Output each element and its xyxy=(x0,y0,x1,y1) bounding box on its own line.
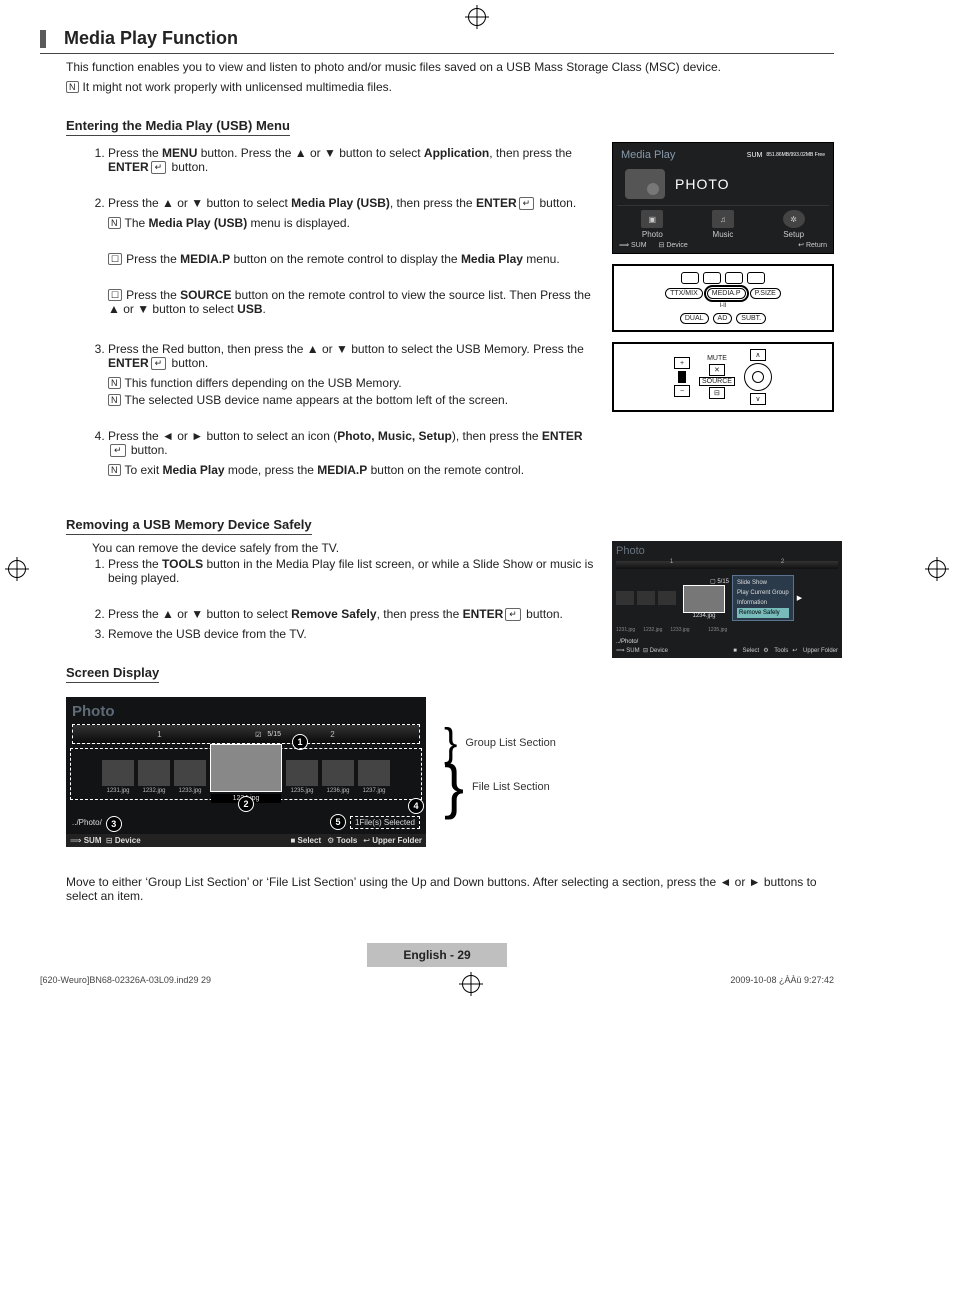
page-number-pill: English - 29 xyxy=(367,943,506,967)
photo-label: PHOTO xyxy=(675,176,730,192)
callout-4: 4 xyxy=(408,798,424,814)
registration-mark-left xyxy=(8,560,26,578)
registration-mark-right xyxy=(928,560,946,578)
note-icon: N xyxy=(108,464,121,476)
note-icon: N xyxy=(108,394,121,406)
remote-icon: ☐ xyxy=(108,289,122,301)
note-icon: N xyxy=(108,217,121,229)
camera-icon xyxy=(625,169,665,199)
step-4: Press the ◄ or ► button to select an ico… xyxy=(108,429,594,477)
btn-photo: ▣Photo xyxy=(641,210,663,239)
enter-icon: ↵ xyxy=(151,357,167,370)
registration-mark-bottom xyxy=(462,975,480,993)
note-icon: N xyxy=(66,81,79,93)
fig-title: Media Play xyxy=(621,149,675,161)
removing-heading: Removing a USB Memory Device Safely xyxy=(66,517,312,535)
doc-footer-right: 2009-10-08 ¿ÀÀü 9:27:42 xyxy=(730,975,834,995)
remove-step-1: Press the TOOLS button in the Media Play… xyxy=(108,557,594,585)
intro-note: NIt might not work properly with unlicen… xyxy=(66,80,834,94)
removing-lead: You can remove the device safely from th… xyxy=(66,541,594,555)
step-2: Press the ▲ or ▼ button to select Media … xyxy=(108,196,594,316)
step-3: Press the Red button, then press the ▲ o… xyxy=(108,342,594,407)
doc-footer-left: [620-Weuro]BN68-02326A-03L09.ind29 29 xyxy=(40,975,211,995)
remove-step-2: Press the ▲ or ▼ button to select Remove… xyxy=(108,607,594,621)
group-list-label: Group List Section xyxy=(465,737,556,749)
registration-mark-top xyxy=(468,8,486,26)
brace-icon: } xyxy=(444,777,464,797)
figure-remote-mediap: TTX/MIXMEDIA.PP.SIZE I-II DUALADSUBT. xyxy=(612,264,834,332)
intro-text: This function enables you to view and li… xyxy=(66,60,834,74)
screen-display-heading: Screen Display xyxy=(66,665,159,683)
remote-icon: ☐ xyxy=(108,253,122,265)
btn-music: ♫Music xyxy=(712,210,734,239)
figure-remote-source: +− MUTE ✕ SOURCE ⊟ ∧∨ xyxy=(612,342,834,412)
entering-heading: Entering the Media Play (USB) Menu xyxy=(66,118,290,136)
callout-5: 5 xyxy=(330,814,346,830)
file-list-label: File List Section xyxy=(472,781,550,793)
enter-icon: ↵ xyxy=(110,444,126,457)
enter-icon: ↵ xyxy=(505,608,521,621)
figure-media-play-menu: Media Play SUM851.86MB/993.02MB Free PHO… xyxy=(612,142,834,254)
remove-step-3: Remove the USB device from the TV. xyxy=(108,627,594,641)
step-1: Press the MENU button. Press the ▲ or ▼ … xyxy=(108,146,594,174)
page-title-text: Media Play Function xyxy=(64,28,238,49)
figure-screen-display: Photo 1 2 1 1231.jpg 1232.jpg 1233.jpg ☑… xyxy=(66,697,426,847)
enter-icon: ↵ xyxy=(151,161,167,174)
note-icon: N xyxy=(108,377,121,389)
move-note: Move to either ‘Group List Section’ or ‘… xyxy=(66,875,834,903)
enter-icon: ↵ xyxy=(519,197,535,210)
brace-icon: } xyxy=(444,733,457,753)
page-title: Media Play Function xyxy=(40,28,834,54)
figure-remove-safely: Photo 12 ▢ 5/15 1234.jpg Slide Show Play… xyxy=(612,541,842,658)
callout-2: 2 xyxy=(238,796,254,812)
callout-3: 3 xyxy=(106,816,122,832)
btn-setup: ✲Setup xyxy=(783,210,805,239)
